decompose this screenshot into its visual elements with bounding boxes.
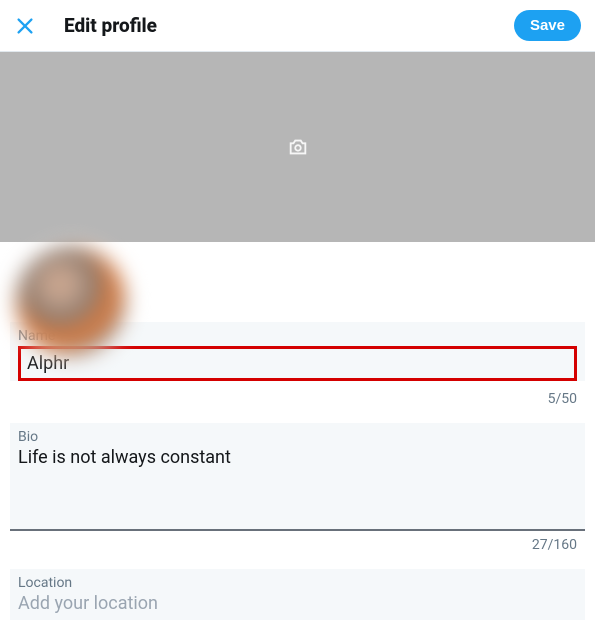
scroll-area[interactable]: Name 5/50 Bio 27/160 Location xyxy=(0,52,595,644)
name-input[interactable] xyxy=(27,353,568,374)
modal-header: Edit profile Save xyxy=(0,0,595,52)
save-button[interactable]: Save xyxy=(514,10,581,41)
close-icon[interactable] xyxy=(14,15,36,37)
page-title: Edit profile xyxy=(64,14,157,37)
name-counter: 5/50 xyxy=(10,385,585,423)
banner-upload[interactable] xyxy=(0,52,595,242)
header-left: Edit profile xyxy=(14,14,157,37)
location-label: Location xyxy=(18,575,577,591)
location-input[interactable] xyxy=(18,593,577,614)
camera-icon xyxy=(286,135,310,159)
bio-label: Bio xyxy=(18,429,577,445)
location-field: Location xyxy=(10,569,585,620)
bio-field: Bio xyxy=(10,423,585,531)
bio-input[interactable] xyxy=(18,447,577,519)
avatar[interactable] xyxy=(12,242,130,360)
bio-counter: 27/160 xyxy=(10,531,585,569)
